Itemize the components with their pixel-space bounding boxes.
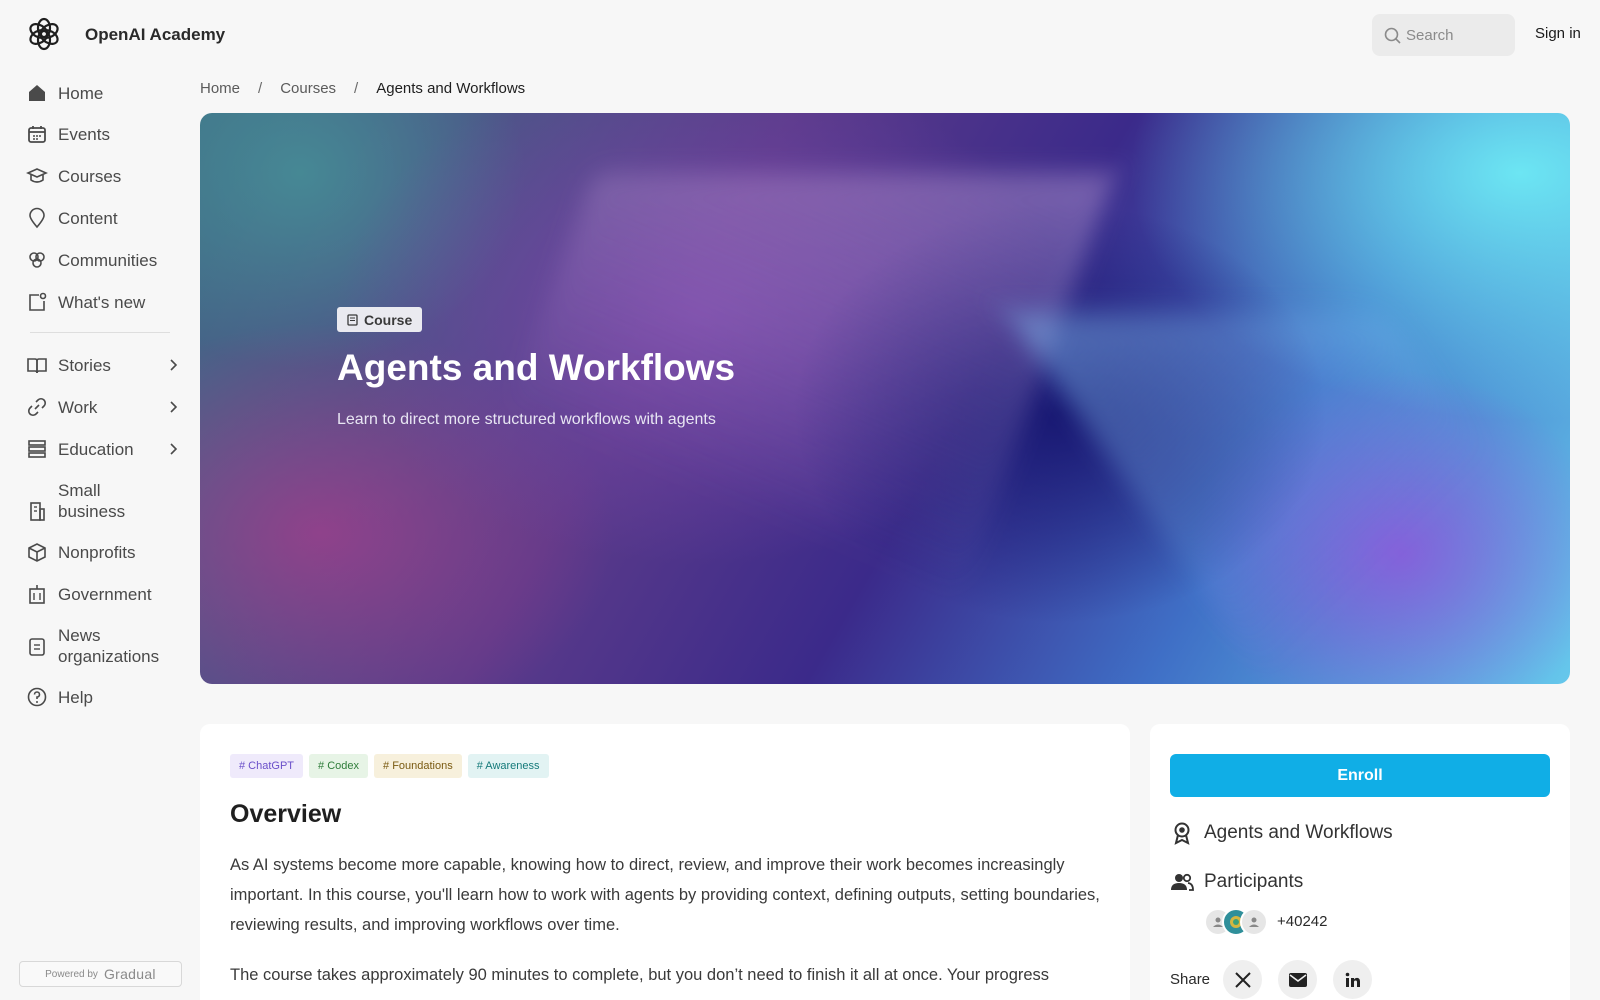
overview-paragraph: As AI systems become more capable, knowi… — [230, 856, 1100, 934]
avatar — [1240, 908, 1268, 936]
book-icon — [27, 358, 47, 374]
sidebar-item-help[interactable]: Help — [26, 686, 191, 708]
powered-by-label: Powered by — [45, 968, 98, 980]
breadcrumb-separator: / — [354, 80, 359, 97]
sidebar-item-label: Home — [58, 83, 104, 103]
breadcrumb-courses[interactable]: Courses — [280, 80, 336, 97]
share-x-button[interactable] — [1223, 960, 1262, 999]
sidebar-item-government[interactable]: Government — [26, 583, 191, 605]
clipboard-icon — [29, 638, 45, 656]
page-subtitle: Learn to direct more structured workflow… — [337, 411, 716, 428]
sidebar-item-label: Small business — [58, 481, 126, 521]
breadcrumb-separator: / — [258, 80, 263, 97]
sidebar-item-whats-new[interactable]: What's new — [26, 291, 191, 313]
award-icon — [1174, 822, 1190, 845]
overview-heading: Overview — [230, 800, 342, 828]
mail-icon — [1288, 972, 1307, 987]
sidebar-item-label: What's new — [58, 292, 146, 312]
help-icon — [27, 687, 47, 707]
share-linkedin-button[interactable] — [1333, 960, 1372, 999]
breadcrumb-home[interactable]: Home — [200, 80, 240, 97]
home-icon — [29, 85, 45, 101]
overview-card: # ChatGPT # Codex # Foundations # Awaren… — [200, 724, 1130, 1000]
linkedin-icon — [1345, 972, 1360, 987]
sidebar-item-label: Work — [58, 397, 98, 417]
participant-avatars[interactable] — [1204, 908, 1270, 936]
sidebar-item-label: Government — [58, 584, 152, 604]
calendar-icon — [28, 126, 46, 143]
x-icon — [1234, 971, 1251, 988]
brand-name[interactable]: OpenAI Academy — [85, 25, 225, 45]
course-name-row: Agents and Workflows — [1170, 821, 1393, 845]
sidebar-item-work[interactable]: Work — [26, 396, 191, 418]
sign-in-link[interactable]: Sign in — [1535, 25, 1581, 42]
share-label: Share — [1170, 971, 1211, 988]
education-icon — [28, 440, 46, 458]
sidebar-item-news-organizations[interactable]: News organizations — [26, 625, 191, 667]
map-pin-icon — [29, 207, 45, 229]
sidebar-item-label: Stories — [58, 355, 111, 375]
breadcrumb-current: Agents and Workflows — [376, 80, 526, 97]
link-icon — [27, 397, 47, 417]
sidebar-item-home[interactable]: Home — [26, 82, 191, 104]
search-input[interactable] — [1406, 14, 1510, 56]
hero-decoration — [1006, 313, 1570, 684]
new-item-icon — [29, 292, 47, 311]
search-box[interactable] — [1372, 14, 1515, 56]
course-icon — [347, 313, 358, 326]
breadcrumb: Home / Courses / Agents and Workflows — [200, 80, 525, 97]
search-icon — [1384, 27, 1401, 44]
tag-codex[interactable]: # Codex — [309, 754, 369, 778]
hero-banner: Course Agents and Workflows Learn to dir… — [200, 113, 1570, 684]
participants-count: +40242 — [1277, 913, 1328, 930]
tag-foundations[interactable]: # Foundations — [374, 754, 462, 778]
sidebar-item-label: Help — [58, 687, 93, 707]
graduation-cap-icon — [26, 168, 48, 183]
participants-row: Participants — [1170, 870, 1303, 894]
communities-icon — [29, 252, 45, 268]
user-icon — [1249, 917, 1259, 927]
sidebar-item-communities[interactable]: Communities — [26, 249, 191, 271]
course-badge-label: Course — [364, 311, 413, 328]
sidebar-item-events[interactable]: Events — [26, 123, 191, 145]
powered-by-brand: Gradual — [103, 966, 156, 982]
sidebar-item-label: News organizations — [58, 626, 160, 666]
course-name: Agents and Workflows — [1204, 822, 1393, 843]
top-bar: OpenAI Academy Sign in — [0, 0, 1600, 70]
chevron-right-icon — [170, 401, 178, 413]
sidebar-item-label: Courses — [58, 166, 122, 186]
enroll-button[interactable]: Enroll — [1170, 754, 1550, 797]
government-icon — [29, 585, 45, 604]
course-badge: Course — [337, 307, 423, 332]
tag-awareness[interactable]: # Awareness — [467, 754, 549, 778]
sidebar-item-label: Communities — [58, 250, 158, 270]
sidebar-item-small-business[interactable]: Small business — [26, 480, 191, 522]
sidebar-item-nonprofits[interactable]: Nonprofits — [26, 541, 191, 563]
overview-paragraph: The course takes approximately 90 minute… — [230, 966, 1050, 984]
chevron-right-icon — [170, 359, 178, 371]
share-email-button[interactable] — [1278, 960, 1317, 999]
tag-list: # ChatGPT # Codex # Foundations # Awaren… — [230, 754, 549, 778]
participants-icon — [1171, 873, 1194, 891]
page-title: Agents and Workflows — [337, 347, 736, 388]
chevron-right-icon — [170, 443, 178, 455]
sidebar-item-education[interactable]: Education — [26, 438, 191, 460]
sidebar-item-label: Content — [58, 208, 118, 228]
sidebar-item-stories[interactable]: Stories — [26, 354, 191, 376]
sidebar-item-content[interactable]: Content — [26, 207, 191, 229]
sidebar-divider — [30, 332, 170, 333]
box-icon — [28, 543, 46, 562]
enroll-card: Enroll Agents and Workflows Participants — [1150, 724, 1570, 1000]
sidebar-item-label: Nonprofits — [58, 542, 136, 562]
participants-label: Participants — [1204, 871, 1304, 892]
openai-logo-icon[interactable] — [26, 16, 62, 52]
tag-chatgpt[interactable]: # ChatGPT — [230, 754, 304, 778]
sidebar-item-label: Education — [58, 439, 134, 459]
sidebar: Home Events Courses Content Communities … — [0, 70, 195, 1000]
powered-by-badge[interactable]: Powered by Gradual — [19, 961, 182, 987]
sidebar-item-courses[interactable]: Courses — [26, 165, 191, 187]
building-icon — [30, 502, 45, 521]
sidebar-item-label: Events — [58, 124, 110, 144]
